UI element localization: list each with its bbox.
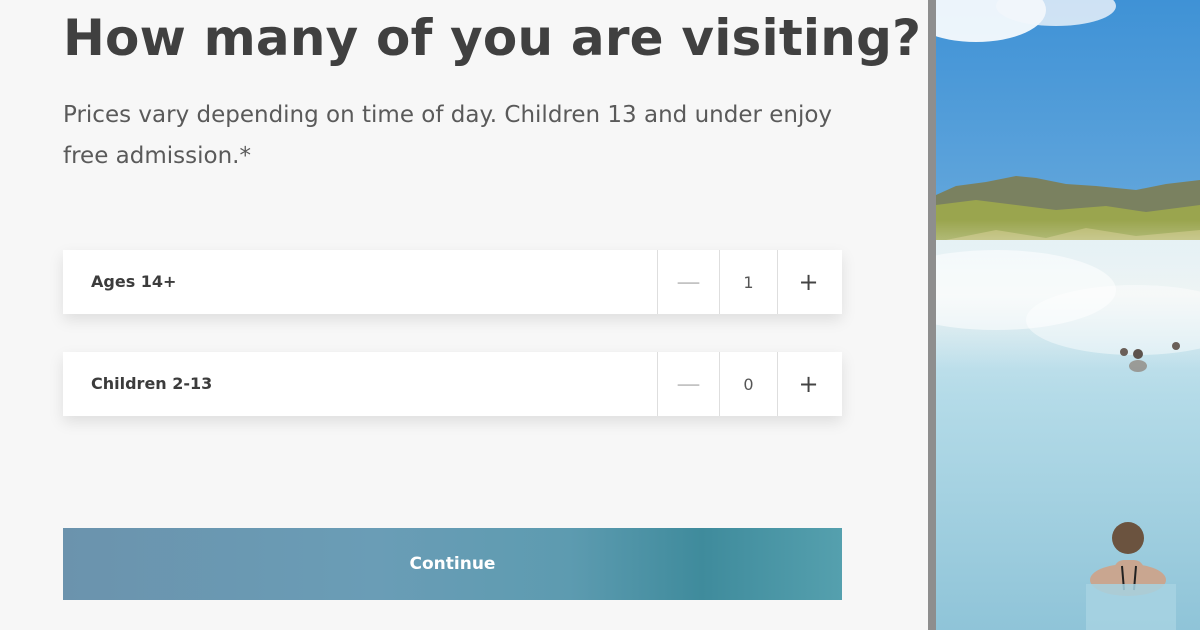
guest-row-label: Children 2-13 [91, 374, 213, 393]
quantity-value: 1 [719, 250, 777, 314]
decrement-button[interactable]: — [657, 352, 719, 416]
booking-panel: How many of you are visiting? Prices var… [0, 0, 928, 630]
pricing-description: Prices vary depending on time of day. Ch… [63, 102, 833, 169]
guest-row-children: Children 2-13 — 0 + [63, 352, 842, 416]
guest-row-label: Ages 14+ [91, 272, 177, 291]
continue-button[interactable]: Continue [63, 528, 842, 600]
guest-row-adults: Ages 14+ — 1 + [63, 250, 842, 314]
panel-divider [928, 0, 936, 630]
increment-button[interactable]: + [777, 250, 839, 314]
lagoon-photo-illustration [936, 0, 1200, 630]
decrement-button[interactable]: — [657, 250, 719, 314]
quantity-stepper: — 1 + [657, 250, 842, 314]
increment-button[interactable]: + [777, 352, 839, 416]
page-title: How many of you are visiting? [63, 9, 922, 67]
lagoon-photo [936, 0, 1200, 630]
quantity-stepper: — 0 + [657, 352, 842, 416]
quantity-value: 0 [719, 352, 777, 416]
